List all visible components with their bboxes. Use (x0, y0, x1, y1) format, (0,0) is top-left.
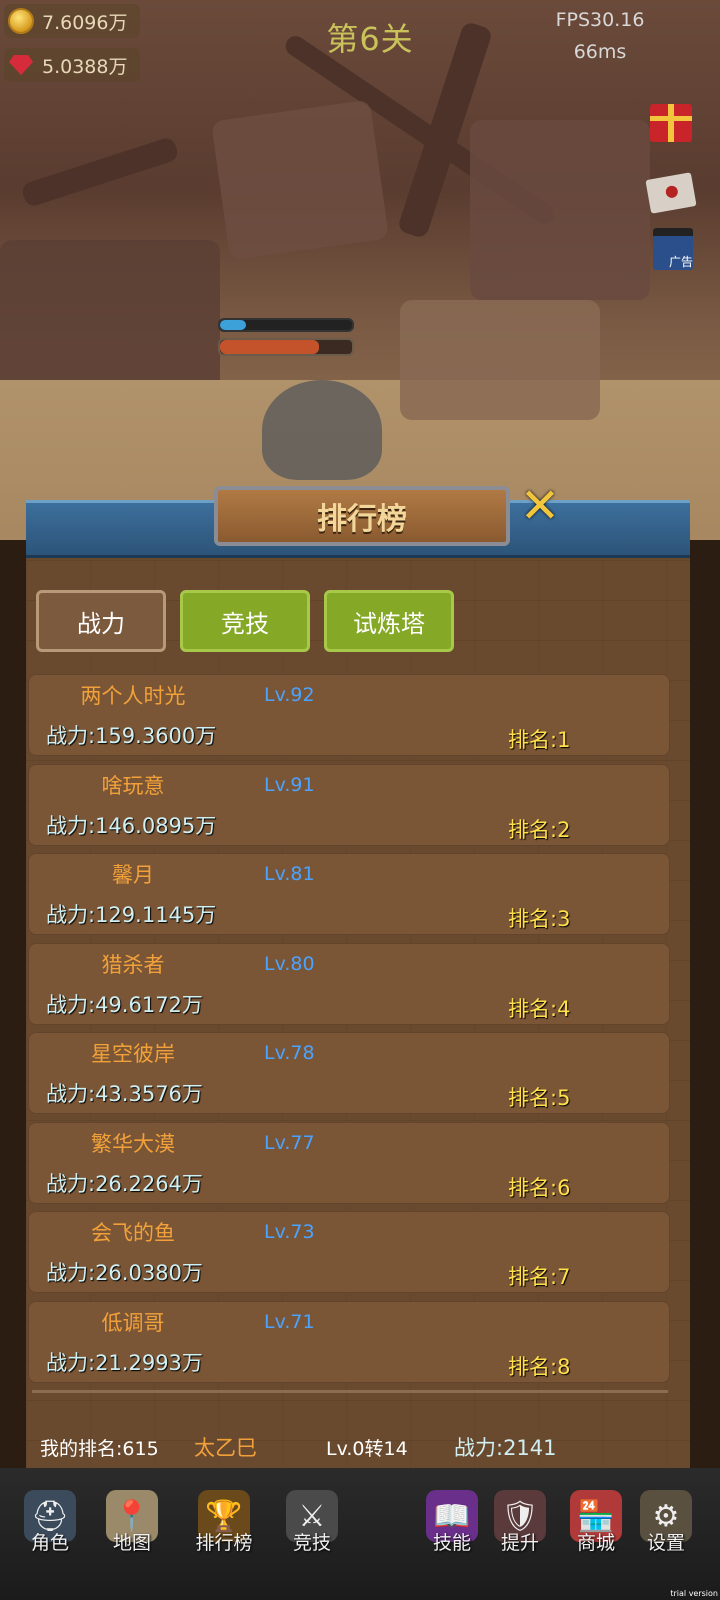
ranking-row[interactable]: 低调哥 Lv.71 战力:21.2993万 排名:8 (28, 1300, 670, 1383)
my-name: 太乙巳 (194, 1436, 257, 1460)
scene-rock (211, 99, 389, 261)
player-name: 两个人时光 (80, 684, 186, 708)
player-power: 战力:26.0380万 (46, 1261, 203, 1285)
player-name: 猎杀者 (101, 952, 165, 977)
my-power: 战力:2141 (454, 1436, 557, 1460)
scene-branch (20, 135, 180, 209)
player-power: 战力:159.3600万 (46, 724, 217, 748)
player-power: 战力:43.3576万 (46, 1082, 203, 1106)
gem-counter: 5.0388万 (4, 48, 140, 82)
panel-title: 排行榜 (317, 502, 407, 537)
trial-watermark: trial version (670, 1589, 718, 1598)
ranking-row[interactable]: 猎杀者 Lv.80 战力:49.6172万 排名:4 (28, 942, 670, 1025)
gem-icon (6, 50, 36, 80)
nav-label: 角色 (30, 1532, 69, 1554)
player-level: Lv.78 (264, 1042, 315, 1064)
nav-item-settings[interactable]: ⚙ 设置 (626, 1490, 706, 1590)
nav-item-shop[interactable]: 🏪 商城 (556, 1490, 636, 1590)
player-rank: 排名:7 (508, 1265, 571, 1289)
player-level: Lv.91 (264, 773, 315, 796)
nav-label: 排行榜 (195, 1532, 253, 1554)
bottom-nav: ⛑ 角色 📍 地图 🏆 排行榜 ⚔ 竞技 📖 技能 🛡 提升 🏪 商城 ⚙ 设置… (0, 1468, 720, 1600)
player-power: 战力:21.2993万 (46, 1350, 203, 1375)
my-rank: 我的排名:615 (40, 1438, 159, 1460)
panel-title-plate: 排行榜 (214, 486, 510, 546)
enemy-sprite (262, 380, 382, 480)
fps-value: FPS30.16 (555, 9, 645, 31)
player-name: 低调哥 (101, 1310, 165, 1335)
list-divider (32, 1390, 668, 1393)
enemy-shield-bar (218, 318, 354, 332)
player-rank: 排名:3 (508, 907, 571, 931)
player-rank: 排名:5 (508, 1086, 571, 1110)
player-rank: 排名:4 (508, 996, 571, 1021)
nav-item-leaderboard[interactable]: 🏆 排行榜 (184, 1490, 264, 1590)
player-rank: 排名:1 (508, 728, 571, 752)
mail-icon[interactable] (645, 170, 697, 216)
nav-label: 竞技 (292, 1532, 331, 1554)
player-name: 馨月 (112, 863, 154, 887)
stage-title: 第6关 (326, 20, 414, 58)
nav-item-upgrade[interactable]: 🛡 提升 (480, 1490, 560, 1590)
ranking-row[interactable]: 会飞的鱼 Lv.73 战力:26.0380万 排名:7 (28, 1211, 670, 1293)
player-name: 星空彼岸 (91, 1042, 175, 1066)
video-ad-icon[interactable]: 广告 (650, 226, 696, 272)
nav-label: 地图 (112, 1532, 151, 1554)
gem-value: 5.0388万 (42, 55, 128, 78)
nav-item-arena[interactable]: ⚔ 竞技 (272, 1490, 352, 1590)
nav-label: 商城 (576, 1532, 615, 1554)
player-level: Lv.80 (264, 952, 315, 975)
leaderboard-tabs: 战力 竞技 试炼塔 (36, 590, 454, 652)
player-name: 啥玩意 (101, 773, 165, 798)
close-icon[interactable]: ✕ (516, 478, 564, 534)
player-level: Lv.81 (264, 863, 315, 885)
player-rank: 排名:8 (508, 1354, 571, 1379)
ranking-row[interactable]: 啥玩意 Lv.91 战力:146.0895万 排名:2 (28, 763, 670, 846)
latency-value: 66ms (573, 41, 627, 63)
player-power: 战力:49.6172万 (46, 992, 203, 1017)
player-name: 繁华大漠 (91, 1131, 175, 1156)
player-level: Lv.77 (264, 1131, 315, 1154)
player-rank: 排名:6 (508, 1175, 571, 1200)
tab-trial-tower[interactable]: 试炼塔 (324, 590, 454, 652)
player-power: 战力:129.1145万 (46, 903, 217, 927)
gold-value: 7.6096万 (42, 11, 128, 34)
coin-icon (6, 6, 36, 36)
my-level: Lv.0转14 (326, 1438, 408, 1460)
player-power: 战力:26.2264万 (46, 1171, 203, 1196)
enemy-health-bar (218, 338, 354, 356)
ranking-list: 两个人时光 Lv.92 战力:159.3600万 排名:1 啥玩意 Lv.91 … (28, 674, 670, 1390)
player-level: Lv.73 (264, 1221, 315, 1243)
nav-label: 提升 (500, 1532, 539, 1554)
fps-readout: FPS30.16 66ms (540, 4, 660, 68)
gold-counter: 7.6096万 (4, 4, 140, 38)
player-rank: 排名:2 (508, 817, 571, 842)
panel-header: 排行榜 (26, 486, 690, 566)
gift-icon[interactable] (648, 100, 694, 146)
player-level: Lv.71 (264, 1310, 315, 1333)
ranking-row[interactable]: 两个人时光 Lv.92 战力:159.3600万 排名:1 (28, 674, 670, 756)
ranking-row[interactable]: 星空彼岸 Lv.78 战力:43.3576万 排名:5 (28, 1032, 670, 1114)
scene-rock (470, 120, 650, 300)
player-name: 会飞的鱼 (91, 1221, 175, 1245)
ranking-row[interactable]: 繁华大漠 Lv.77 战力:26.2264万 排名:6 (28, 1121, 670, 1204)
scene-rock (400, 300, 600, 420)
nav-label: 设置 (646, 1532, 685, 1554)
player-power: 战力:146.0895万 (46, 813, 217, 838)
tab-arena[interactable]: 竞技 (180, 590, 310, 652)
nav-label: 技能 (432, 1532, 471, 1554)
nav-item-character[interactable]: ⛑ 角色 (10, 1490, 90, 1590)
player-level: Lv.92 (264, 684, 315, 706)
tab-power[interactable]: 战力 (36, 590, 166, 652)
ranking-row[interactable]: 馨月 Lv.81 战力:129.1145万 排名:3 (28, 853, 670, 935)
nav-item-map[interactable]: 📍 地图 (92, 1490, 172, 1590)
